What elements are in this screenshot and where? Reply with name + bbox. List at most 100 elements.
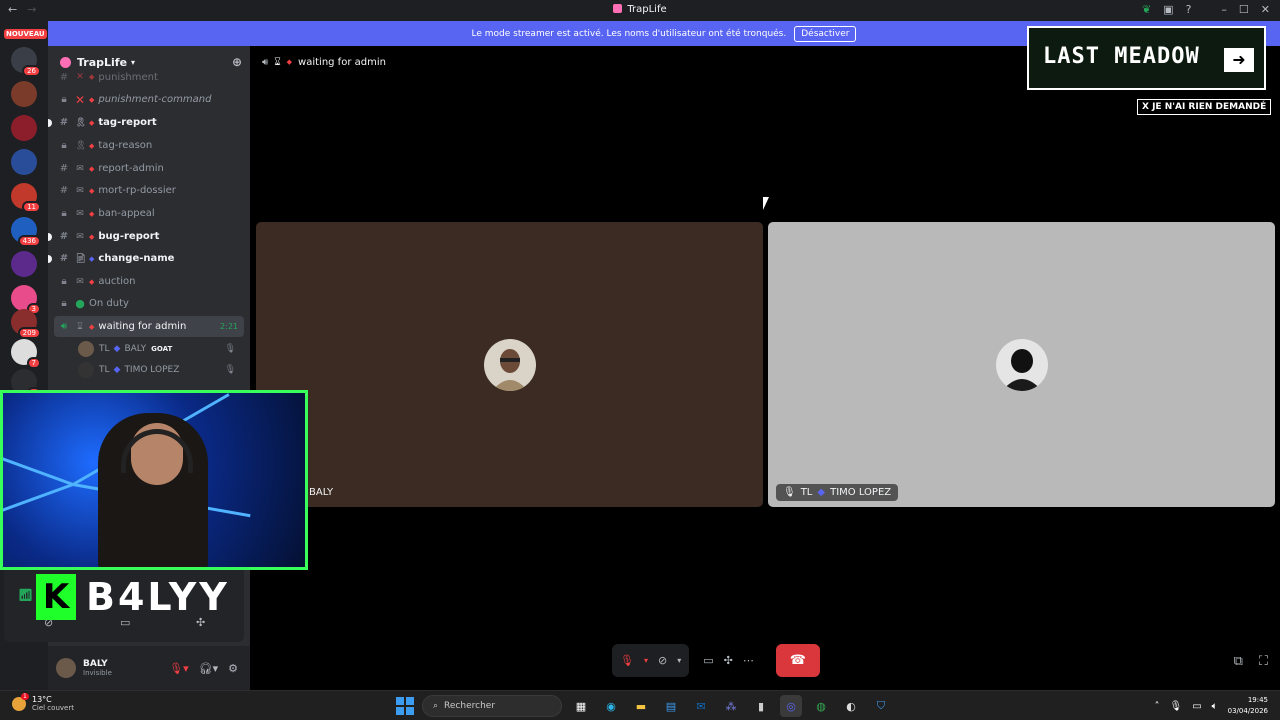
store-icon[interactable]: ▤	[660, 695, 682, 717]
chrome-icon[interactable]: ◍	[810, 695, 832, 717]
signal-icon: 📶︎	[18, 588, 34, 602]
extras-group: ▭ ✣ ⋯	[695, 644, 762, 677]
invite-icon[interactable]: ⊕	[232, 55, 242, 69]
disable-streamer-button[interactable]: Désactiver	[794, 25, 857, 42]
microphone-icon[interactable]: 🎙︎	[1169, 701, 1182, 712]
lock-icon: 🔒︎	[61, 276, 67, 287]
server-icon[interactable]: 11	[11, 183, 41, 213]
leaf-icon[interactable]: ❦	[1142, 3, 1151, 16]
logo-letter: K	[36, 574, 76, 620]
server-icon[interactable]	[11, 115, 37, 141]
hash-icon: #	[59, 117, 69, 128]
arrow-right-icon: ➜	[1224, 48, 1254, 72]
clock[interactable]: 19:45 03/04/2026	[1228, 695, 1268, 717]
edge-icon[interactable]: ◉	[600, 695, 622, 717]
participant-tile[interactable]: 🎙︎ TL ◆ TIMO LOPEZ	[768, 222, 1275, 507]
terminal-icon[interactable]: ▮	[750, 695, 772, 717]
weather-widget[interactable]: 1 13°C Ciel couvert	[12, 692, 74, 712]
mail-icon: ✉	[76, 163, 84, 174]
mic-muted-icon[interactable]: 🎙︎	[620, 654, 634, 667]
avatar	[78, 362, 94, 378]
hash-icon: #	[59, 163, 69, 174]
document-icon: 📄︎	[75, 253, 87, 264]
popout-icon[interactable]: ⧉	[1234, 654, 1243, 669]
server-icon[interactable]: 7	[11, 339, 41, 369]
mic-muted-icon[interactable]: 🎙︎▾	[169, 662, 189, 675]
windows-start-icon[interactable]	[396, 697, 414, 715]
call-controls: 🎙︎ ▾ ⊘ ▾ ▭ ✣ ⋯ ☎	[612, 644, 820, 677]
help-icon[interactable]: ?	[1186, 3, 1192, 16]
gear-icon[interactable]: ⚙	[228, 662, 238, 675]
channel-item[interactable]: 🔒︎ ✉ ◆ auction	[54, 271, 244, 292]
inbox-icon[interactable]: ▣	[1163, 3, 1173, 16]
banner-message: Le mode streamer est activé. Les noms d'…	[471, 28, 787, 39]
obs-icon[interactable]: ◐	[840, 695, 862, 717]
avatar[interactable]	[56, 658, 76, 678]
participant-tile[interactable]: BALY	[256, 222, 763, 507]
discord-icon[interactable]: ◎	[780, 695, 802, 717]
chevron-down-icon[interactable]: ▾	[677, 656, 681, 665]
volume-icon[interactable]: 🔈︎	[1212, 701, 1218, 712]
hangup-button[interactable]: ☎	[775, 644, 820, 677]
chevron-down-icon[interactable]: ▾	[644, 656, 648, 665]
chevron-up-icon[interactable]: ˄	[1154, 701, 1159, 712]
channel-item[interactable]: # ✉ ◆ bug-report	[48, 226, 244, 247]
voice-member[interactable]: TL ◆ BALY GOAT 🎙︎	[78, 339, 244, 359]
outlook-icon[interactable]: ✉	[690, 695, 712, 717]
fullscreen-icon[interactable]: ⛶	[1259, 654, 1268, 669]
channel-item[interactable]: # 🎗︎ ◆ tag-report	[48, 112, 244, 133]
server-icon[interactable]	[11, 251, 37, 277]
windows-taskbar: 1 13°C Ciel couvert ⌕ Rechercher ▦ ◉ ▬ ▤ …	[0, 690, 1280, 720]
mail-icon: ✉	[76, 185, 84, 196]
channel-item[interactable]: # ✉ ◆ report-admin	[54, 158, 244, 179]
activity-icon[interactable]: ✣	[724, 654, 733, 667]
voice-member[interactable]: TL ◆ TIMO LOPEZ 🎙︎	[78, 360, 244, 380]
view-controls: ⧉ ⛶	[1234, 654, 1268, 669]
server-icon[interactable]	[11, 81, 37, 107]
channel-item[interactable]: 🔒︎ 🎗︎ ◆ tag-reason	[54, 135, 244, 156]
channel-item[interactable]: # ✕ ◆ punishment	[54, 68, 244, 86]
phone-hangup-icon: ☎	[789, 653, 806, 668]
screen-share-icon[interactable]: ▭	[703, 654, 713, 667]
task-view-icon[interactable]: ▦	[570, 695, 592, 717]
mic-camera-group: 🎙︎ ▾ ⊘ ▾	[612, 644, 690, 677]
system-tray: ˄ 🎙︎ ▭ 🔈︎ 19:45 03/04/2026	[1154, 695, 1268, 717]
channel-item[interactable]: 🔒︎ ✉ ◆ ban-appeal	[54, 203, 244, 224]
server-icon[interactable]	[11, 149, 37, 175]
defender-icon[interactable]: ⛉	[870, 695, 892, 717]
muted-icon: 🎙︎	[224, 344, 236, 354]
app-icon	[613, 4, 623, 13]
search-icon: ⌕	[433, 701, 439, 711]
maximize-button[interactable]: ☐	[1239, 3, 1249, 16]
overlay-note: X JE N'AI RIEN DEMANDÉ	[1137, 99, 1272, 115]
file-explorer-icon[interactable]: ▬	[630, 695, 652, 717]
voice-channel-active[interactable]: 🔊︎ ⌛︎ ◆ waiting for admin 2:21	[54, 316, 244, 337]
network-icon[interactable]: ▭	[1192, 701, 1201, 712]
server-icon-traplife[interactable]: 3	[11, 285, 41, 315]
taskbar-search[interactable]: ⌕ Rechercher	[422, 695, 562, 717]
teams-icon[interactable]: ⁂	[720, 695, 742, 717]
lock-icon: 🔒︎	[61, 140, 67, 151]
mouse-cursor-icon	[763, 197, 775, 210]
lock-icon: 🔒︎	[61, 208, 67, 219]
guild-icon	[60, 56, 71, 68]
close-button[interactable]: ✕	[1261, 3, 1270, 16]
window-title: TrapLife	[0, 4, 1280, 15]
camera-off-icon[interactable]: ⊘	[658, 654, 667, 667]
title-bar: ← → TrapLife ❦ ▣ ? – ☐ ✕	[0, 0, 1280, 21]
hourglass-icon: ⌛︎	[274, 56, 281, 68]
channel-item[interactable]: 🔒︎ ● On duty	[54, 293, 244, 314]
server-icon[interactable]: 209	[11, 309, 41, 339]
channel-item[interactable]: 🔒︎ ✕ ◆ punishment-command	[54, 89, 244, 110]
server-icon[interactable]: 26	[11, 47, 41, 77]
channel-item[interactable]: # 📄︎ ◆ change-name	[48, 248, 244, 269]
taskbar-apps: ⌕ Rechercher ▦ ◉ ▬ ▤ ✉ ⁂ ▮ ◎ ◍ ◐ ⛉	[396, 695, 892, 717]
overlay-brand: LAST MEADOW	[1043, 44, 1200, 69]
minimize-button[interactable]: –	[1221, 3, 1227, 16]
channel-item[interactable]: # ✉ ◆ mort-rp-dossier	[54, 180, 244, 201]
server-icon[interactable]: 436	[11, 217, 41, 247]
webcam-overlay	[0, 390, 308, 570]
more-icon[interactable]: ⋯	[743, 654, 754, 667]
channel-title: waiting for admin	[298, 56, 386, 68]
headphones-icon[interactable]: 🎧︎▾	[199, 662, 219, 675]
